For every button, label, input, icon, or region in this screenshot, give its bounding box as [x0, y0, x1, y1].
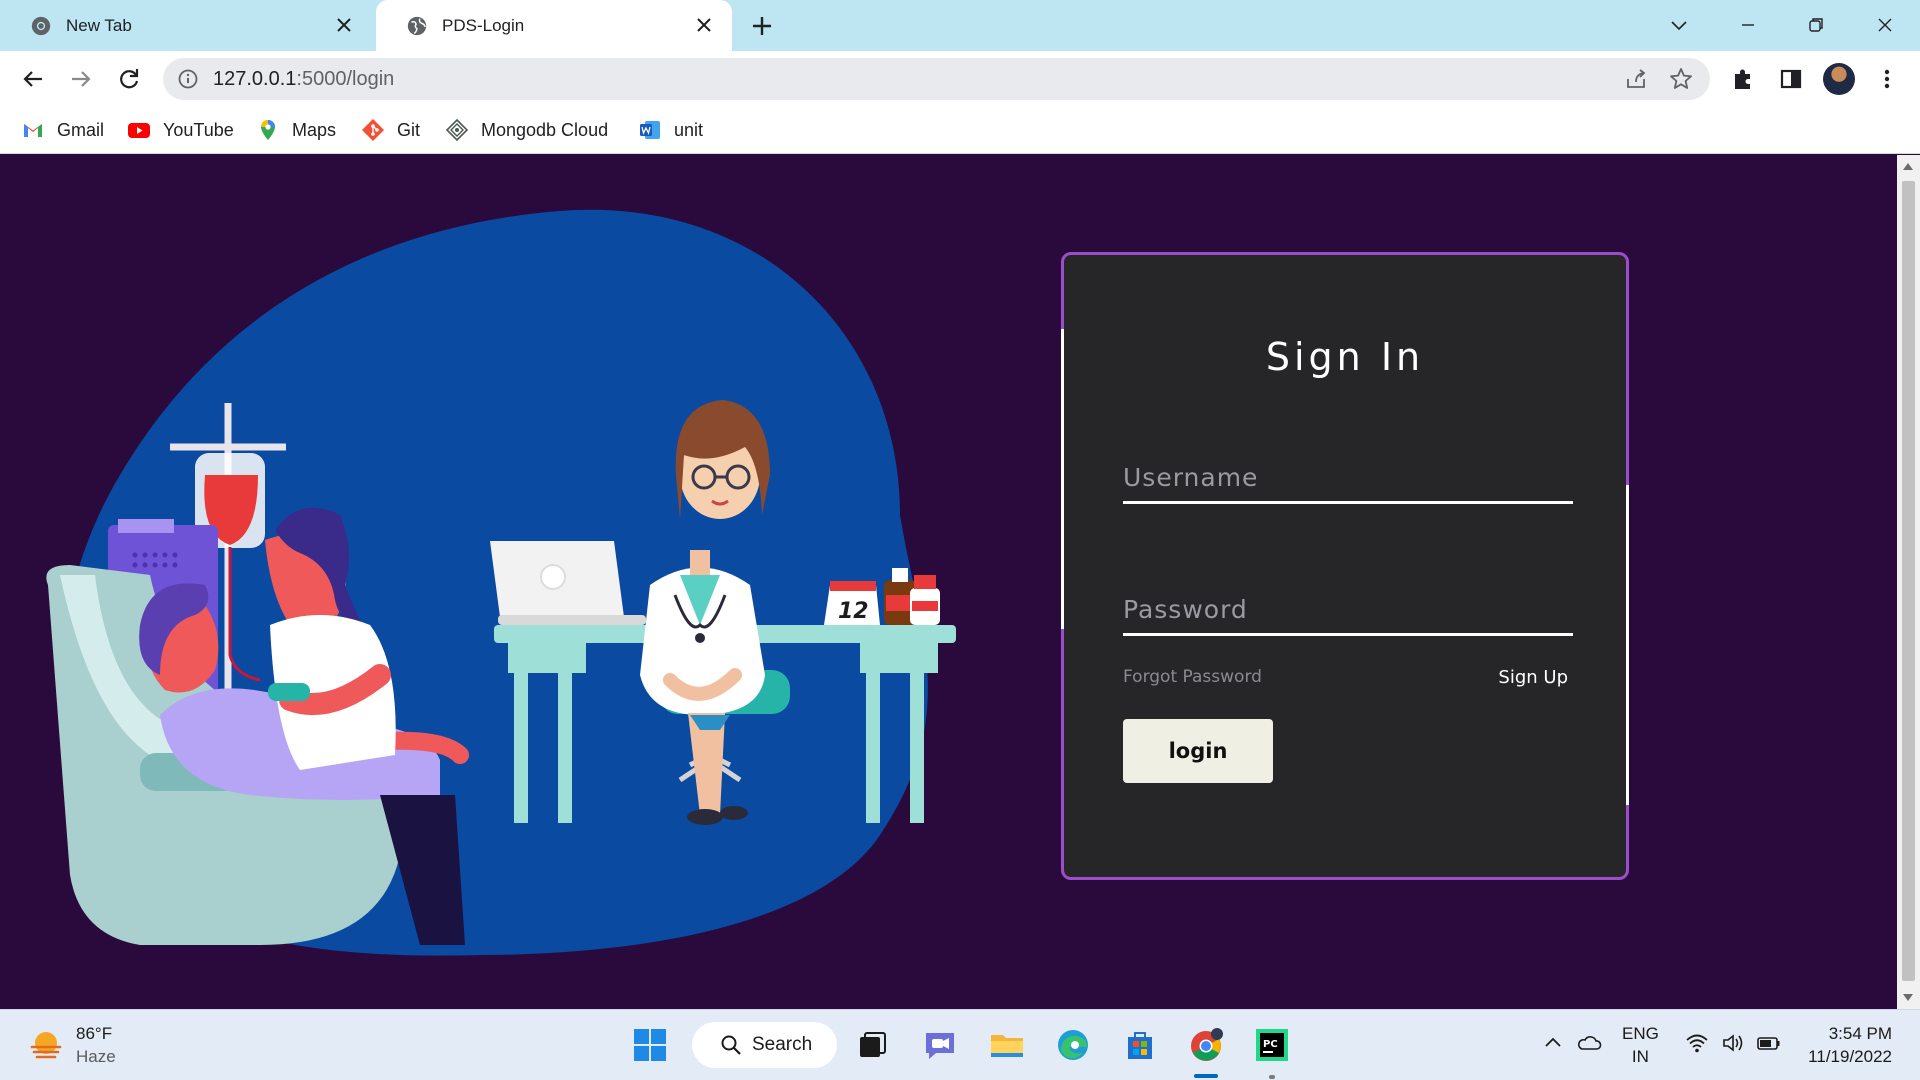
windows-taskbar: 86°F Haze Search PC ENG IN 3:54 PM 11/19… [0, 1009, 1920, 1080]
scrollbar-thumb[interactable] [1902, 181, 1915, 981]
taskbar-search[interactable]: Search [692, 1022, 837, 1068]
windows-start-icon[interactable] [630, 1025, 670, 1065]
url-path: :5000/login [296, 68, 395, 90]
clinic-illustration: 12 [46, 209, 956, 956]
share-icon[interactable] [1624, 67, 1648, 91]
bookmark-label: Git [397, 119, 421, 140]
tab-pds-login[interactable]: PDS-Login [376, 0, 732, 51]
bookmark-unit[interactable]: unit [638, 116, 703, 144]
info-icon[interactable] [177, 68, 199, 90]
medicine-bottles [884, 568, 940, 625]
task-view-icon[interactable] [852, 1025, 892, 1065]
login-page: 12 Sign In Forgot Password Sign Up login [0, 155, 1897, 1009]
password-input[interactable] [1123, 574, 1573, 633]
battery-icon[interactable] [1756, 1030, 1782, 1056]
bookmark-label: Gmail [57, 119, 105, 140]
back-button[interactable] [18, 64, 48, 94]
youtube-icon [128, 123, 150, 138]
wifi-icon[interactable] [1684, 1030, 1710, 1056]
profile-avatar[interactable] [1823, 63, 1855, 95]
pycharm-icon[interactable]: PC [1252, 1025, 1292, 1065]
file-explorer-icon[interactable] [987, 1025, 1027, 1065]
bookmark-label: Maps [292, 119, 337, 140]
new-tab-button[interactable] [748, 12, 776, 40]
minimize-button[interactable] [1733, 10, 1763, 40]
maps-icon [261, 120, 275, 140]
search-icon [721, 1035, 741, 1055]
bookmark-maps[interactable]: Maps [256, 116, 336, 144]
language-code: ENG [1622, 1024, 1659, 1043]
tab-search-chevron-icon[interactable] [1664, 10, 1694, 40]
restore-button[interactable] [1801, 10, 1831, 40]
url-host: 127.0.0.1 [213, 68, 297, 90]
side-panel-icon[interactable] [1776, 64, 1806, 94]
star-icon[interactable] [1668, 66, 1694, 92]
bookmark-youtube[interactable]: YouTube [127, 116, 234, 144]
teams-chat-icon[interactable] [920, 1025, 960, 1065]
card-edge-highlight [1626, 485, 1629, 805]
weather-widget[interactable]: 86°F Haze [28, 1022, 116, 1068]
search-label: Search [752, 1034, 813, 1055]
bookmarks-bar: Gmail YouTube Maps Git Mongodb Cloud uni… [0, 106, 1920, 154]
svg-text:12: 12 [838, 599, 869, 624]
region-code: IN [1631, 1047, 1649, 1066]
bookmark-mongodb[interactable]: Mongodb Cloud [445, 116, 608, 144]
haze-sun-icon [30, 1032, 62, 1059]
reload-button[interactable] [114, 64, 144, 94]
tab-title: New Tab [66, 15, 132, 35]
git-icon [362, 119, 384, 141]
bookmark-git[interactable]: Git [361, 116, 420, 144]
bookmark-label: Mongodb Cloud [481, 119, 609, 140]
scroll-down-arrow[interactable] [1903, 994, 1913, 1001]
weather-desc: Haze [76, 1047, 116, 1066]
show-hidden-icons-chevron-icon[interactable] [1540, 1030, 1566, 1056]
username-field [1123, 442, 1573, 504]
microsoft-store-icon[interactable] [1120, 1025, 1160, 1065]
chrome-active-indicator [1194, 1074, 1218, 1078]
close-icon[interactable] [334, 15, 354, 35]
clock-time: 3:54 PM [1828, 1024, 1892, 1043]
desk-calendar: 12 [824, 581, 880, 625]
extensions-icon[interactable] [1728, 64, 1758, 94]
bookmark-gmail[interactable]: Gmail [21, 116, 104, 144]
chrome-icon [31, 16, 51, 35]
url-text[interactable]: 127.0.0.1:5000/login [213, 68, 394, 91]
globe-icon [407, 16, 427, 35]
login-button[interactable]: login [1123, 719, 1273, 783]
forward-button[interactable] [66, 64, 96, 94]
onedrive-cloud-icon[interactable] [1576, 1030, 1602, 1056]
tab-strip: New Tab PDS-Login [0, 0, 1920, 51]
chrome-taskbar-icon[interactable] [1186, 1025, 1226, 1065]
close-icon[interactable] [694, 15, 714, 35]
password-field [1123, 574, 1573, 636]
address-bar[interactable]: 127.0.0.1:5000/login [163, 58, 1710, 100]
login-card: Sign In Forgot Password Sign Up login [1061, 252, 1629, 880]
page-scrollbar[interactable] [1897, 155, 1920, 1009]
edge-icon[interactable] [1053, 1025, 1093, 1065]
tab-new-tab[interactable]: New Tab [0, 0, 372, 51]
username-input[interactable] [1123, 442, 1573, 501]
bookmark-label: unit [674, 119, 704, 140]
forgot-password-link[interactable]: Forgot Password [1123, 667, 1262, 687]
menu-icon[interactable] [1872, 64, 1902, 94]
weather-temp: 86°F [76, 1024, 113, 1043]
gmail-icon [24, 124, 42, 137]
tab-title: PDS-Login [442, 15, 525, 35]
close-window-button[interactable] [1870, 10, 1900, 40]
volume-icon[interactable] [1720, 1030, 1746, 1056]
system-clock[interactable]: 3:54 PM 11/19/2022 [1806, 1022, 1892, 1068]
language-indicator[interactable]: ENG IN [1622, 1022, 1659, 1068]
word-icon [640, 121, 660, 139]
svg-text:PC: PC [1263, 1039, 1278, 1050]
signin-title: Sign In [1265, 335, 1425, 379]
clock-date: 11/19/2022 [1808, 1047, 1892, 1066]
mongodb-icon [445, 118, 469, 142]
browser-toolbar: 127.0.0.1:5000/login [0, 51, 1920, 106]
sign-up-link[interactable]: Sign Up [1498, 667, 1568, 688]
pycharm-running-indicator [1269, 1075, 1275, 1079]
bookmark-label: YouTube [163, 119, 234, 140]
scroll-up-arrow[interactable] [1903, 163, 1913, 170]
